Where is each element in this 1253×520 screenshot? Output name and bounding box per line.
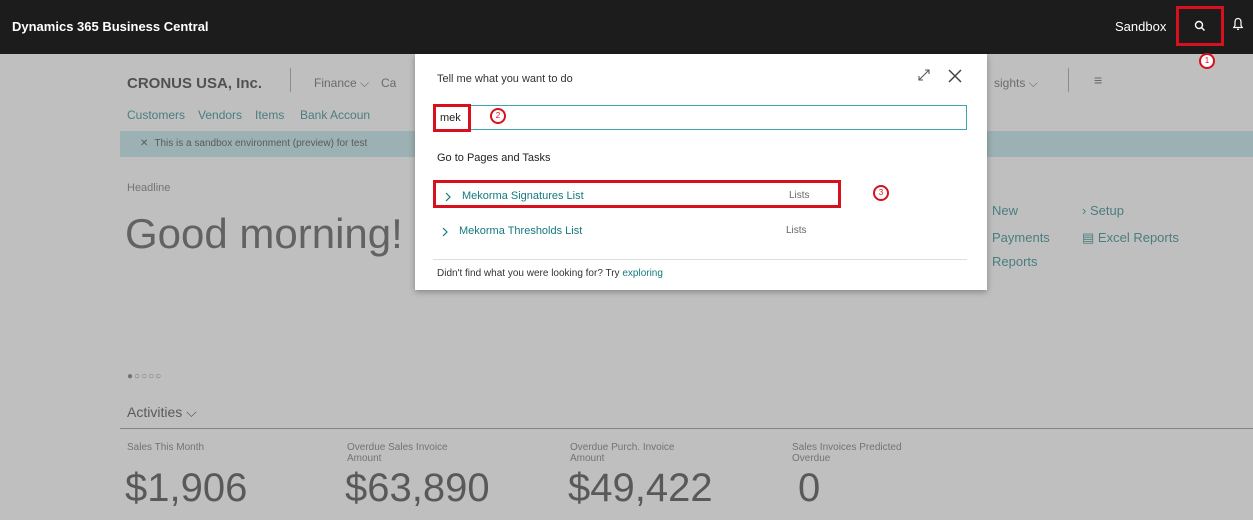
tell-me-search-input[interactable]	[433, 105, 967, 130]
top-bar: Dynamics 365 Business Central Sandbox	[0, 0, 1253, 54]
notification-bell-icon[interactable]	[1232, 17, 1244, 31]
result-item[interactable]: Mekorma Thresholds List Lists	[433, 218, 841, 246]
environment-label: Sandbox	[1115, 19, 1167, 34]
result-item[interactable]: Mekorma Signatures List Lists	[433, 180, 841, 208]
dialog-footer: Didn't find what you were looking for? T…	[437, 268, 663, 279]
app-title[interactable]: Dynamics 365 Business Central	[12, 19, 209, 34]
search-button[interactable]	[1176, 6, 1224, 46]
result-name[interactable]: Mekorma Thresholds List	[459, 225, 582, 237]
result-category: Lists	[789, 190, 810, 201]
chevron-right-icon	[441, 224, 449, 242]
tell-me-dialog: Tell me what you want to do mek Go to Pa…	[415, 54, 987, 290]
result-name[interactable]: Mekorma Signatures List	[462, 190, 584, 202]
dialog-title: Tell me what you want to do	[437, 73, 573, 85]
exploring-link[interactable]: exploring	[622, 268, 663, 279]
dialog-divider	[433, 259, 967, 260]
search-icon	[1194, 20, 1205, 31]
expand-icon[interactable]	[917, 68, 931, 82]
close-icon[interactable]	[947, 68, 963, 84]
result-category: Lists	[786, 225, 807, 236]
callout-marker: 2	[490, 108, 506, 124]
callout-marker: 1	[1199, 53, 1215, 69]
search-query-text[interactable]: mek	[433, 104, 471, 132]
chevron-right-icon	[444, 189, 452, 207]
section-title: Go to Pages and Tasks	[437, 152, 551, 164]
callout-marker: 3	[873, 185, 889, 201]
